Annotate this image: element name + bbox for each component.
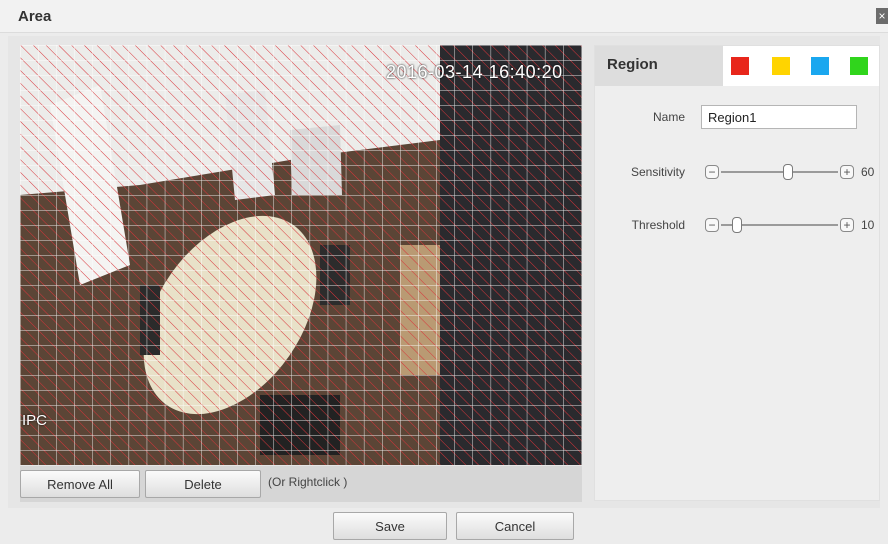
threshold-plus-icon[interactable]: + (840, 218, 854, 232)
threshold-slider-handle[interactable] (732, 217, 742, 233)
dialog-title: Area (18, 8, 52, 25)
swatch-green[interactable] (850, 57, 868, 75)
swatch-red[interactable] (731, 57, 749, 75)
delete-hint: (Or Rightclick ) (268, 475, 348, 489)
video-preview[interactable]: 2016-03-14 16:40:20 IPC (20, 45, 582, 465)
threshold-minus-icon[interactable]: − (705, 218, 719, 232)
swatch-yellow[interactable] (772, 57, 790, 75)
swatch-blue[interactable] (811, 57, 829, 75)
dialog-titlebar: Area × (0, 0, 888, 33)
remove-all-button[interactable]: Remove All (20, 470, 140, 498)
region-name-input[interactable] (701, 105, 857, 129)
sensitivity-slider-handle[interactable] (783, 164, 793, 180)
threshold-label: Threshold (631, 218, 685, 232)
save-button[interactable]: Save (333, 512, 447, 540)
sensitivity-label: Sensitivity (630, 165, 685, 179)
video-timestamp: 2016-03-14 16:40:20 (386, 62, 563, 82)
sensitivity-value: 60 (861, 165, 875, 179)
sensitivity-track[interactable] (721, 171, 838, 173)
sensitivity-minus-icon[interactable]: − (705, 165, 719, 179)
cancel-button[interactable]: Cancel (456, 512, 574, 540)
sensitivity-plus-icon[interactable]: + (840, 165, 854, 179)
region-panel-header: Region (595, 46, 879, 86)
close-icon[interactable]: × (876, 8, 888, 24)
region-title: Region (607, 56, 658, 73)
threshold-value: 10 (861, 218, 875, 232)
delete-button[interactable]: Delete (145, 470, 261, 498)
region-panel: Region Name Sensitivity − + 60 Threshold… (594, 45, 880, 501)
channel-label: IPC (22, 412, 48, 429)
name-label: Name (652, 110, 685, 124)
video-scene (20, 45, 582, 465)
